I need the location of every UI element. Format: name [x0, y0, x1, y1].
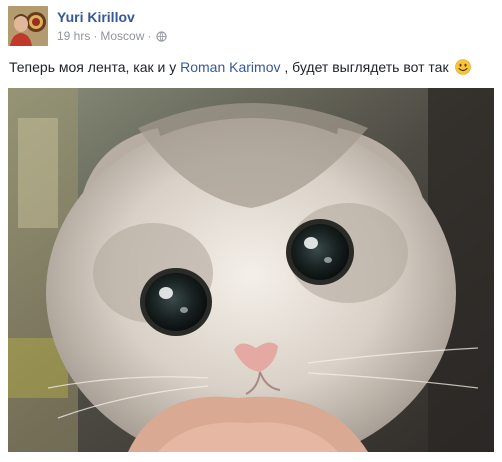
mention-link[interactable]: Roman Karimov [180, 59, 280, 75]
avatar-image [8, 6, 48, 46]
meta-separator: · [93, 29, 98, 43]
post-photo[interactable] [8, 88, 494, 452]
globe-icon[interactable] [156, 30, 168, 42]
author-name-link[interactable]: Yuri Kirillov [57, 9, 135, 25]
post-location[interactable]: Moscow [100, 29, 144, 43]
post-timestamp[interactable]: 19 hrs [57, 29, 90, 43]
post-text-part: , будет выглядеть вот так [280, 59, 453, 75]
smile-emoji-icon [455, 59, 472, 75]
facebook-post: Yuri Kirillov 19 hrs · Moscow · Теперь м… [0, 0, 502, 462]
author-avatar[interactable] [8, 6, 48, 46]
post-meta: 19 hrs · Moscow · [57, 29, 168, 43]
meta-separator: · [147, 29, 152, 43]
post-text: Теперь моя лента, как и у Roman Karimov … [9, 59, 472, 75]
kitten-photo [8, 88, 494, 452]
post-text-part: Теперь моя лента, как и у [9, 59, 181, 75]
